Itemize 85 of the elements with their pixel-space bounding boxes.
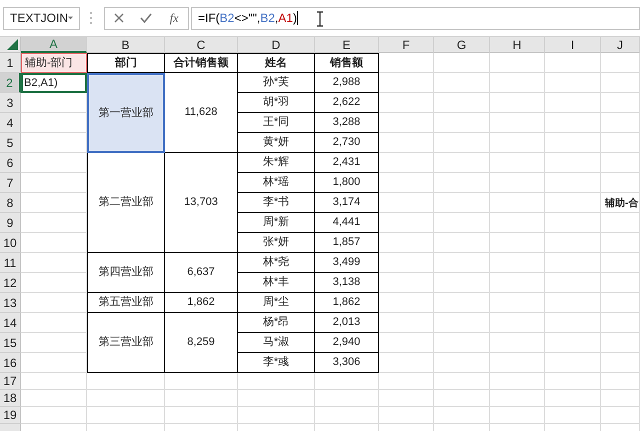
name-cell: 林*瑶 (238, 173, 315, 193)
column-header[interactable]: A (21, 37, 87, 53)
name-cell: 朱*辉 (238, 153, 315, 173)
total-cell: 8,259 (165, 313, 238, 373)
select-all-button[interactable] (0, 37, 21, 53)
column-header[interactable]: G (434, 37, 490, 53)
column-title: 姓名 (238, 53, 315, 73)
sales-cell: 1,862 (315, 293, 379, 313)
total-cell: 13,703 (165, 153, 238, 253)
sales-cell: 2,730 (315, 133, 379, 153)
row-header[interactable]: 18 (0, 390, 21, 407)
row-header[interactable]: 17 (0, 373, 21, 390)
sales-cell: 3,306 (315, 353, 379, 373)
row-header[interactable]: 5 (0, 133, 21, 153)
department-cell: 第五营业部 (87, 293, 165, 313)
sales-cell: 2,431 (315, 153, 379, 173)
row-header[interactable]: 9 (0, 213, 21, 233)
cell-input[interactable]: B2,A1) (21, 73, 87, 93)
row-header[interactable]: 13 (0, 293, 21, 313)
column-header[interactable]: B (87, 37, 165, 53)
name-cell: 林*丰 (238, 273, 315, 293)
column-header[interactable]: F (379, 37, 434, 53)
department-cell: 第四营业部 (87, 253, 165, 293)
sales-cell: 1,857 (315, 233, 379, 253)
total-cell: 6,637 (165, 253, 238, 293)
row-header[interactable]: 2 (0, 73, 21, 93)
sales-cell: 2,013 (315, 313, 379, 333)
column-header[interactable]: J (601, 37, 640, 53)
column-header[interactable]: C (165, 37, 238, 53)
department-cell: 第二营业部 (87, 153, 165, 253)
row-header[interactable]: 12 (0, 273, 21, 293)
cell-text: 辅助-合 (604, 196, 640, 210)
row-header[interactable]: 10 (0, 233, 21, 253)
total-cell: 1,862 (165, 293, 238, 313)
sales-cell: 3,499 (315, 253, 379, 273)
name-cell: 李*彧 (238, 353, 315, 373)
column-header[interactable]: I (545, 37, 601, 53)
row-header[interactable]: 19 (0, 407, 21, 424)
column-header[interactable]: E (315, 37, 379, 53)
column-title: 合计销售额 (165, 53, 238, 73)
row-header[interactable]: 11 (0, 253, 21, 273)
name-cell: 王*同 (238, 113, 315, 133)
column-header[interactable]: D (238, 37, 315, 53)
insert-function-button[interactable]: fx (164, 9, 184, 27)
sales-cell: 4,441 (315, 213, 379, 233)
name-cell: 李*书 (238, 193, 315, 213)
total-cell: 11,628 (165, 73, 238, 153)
sales-cell: 3,174 (315, 193, 379, 213)
row-header[interactable]: 7 (0, 173, 21, 193)
sales-cell: 2,622 (315, 93, 379, 113)
name-cell: 周*新 (238, 213, 315, 233)
row-header[interactable]: 3 (0, 93, 21, 113)
row-header[interactable]: 14 (0, 313, 21, 333)
caret-icon (68, 16, 73, 20)
name-cell: 胡*羽 (238, 93, 315, 113)
name-cell: 黄*妍 (238, 133, 315, 153)
row-header[interactable]: 6 (0, 153, 21, 173)
sales-cell: 2,988 (315, 73, 379, 93)
formula-field[interactable]: =IF(B2<>"",B2,A1) (191, 6, 640, 30)
name-cell: 周*尘 (238, 293, 315, 313)
column-title: 销售额 (315, 53, 379, 73)
sales-cell: 1,800 (315, 173, 379, 193)
row-header[interactable]: 4 (0, 113, 21, 133)
name-cell: 孙*芙 (238, 73, 315, 93)
sales-cell: 3,288 (315, 113, 379, 133)
check-icon (140, 13, 152, 23)
row-header[interactable]: 15 (0, 333, 21, 353)
row-header[interactable]: 8 (0, 193, 21, 213)
name-cell: 马*淑 (238, 333, 315, 353)
row-header[interactable]: 16 (0, 353, 21, 373)
cell-text: 辅助-部门 (21, 53, 87, 73)
name-cell: 杨*昂 (238, 313, 315, 333)
name-cell: 张*妍 (238, 233, 315, 253)
formula-text: =IF(B2<>"",B2,A1) (198, 10, 297, 27)
name-cell: 林*尧 (238, 253, 315, 273)
column-title: 部门 (87, 53, 165, 73)
sales-cell: 2,940 (315, 333, 379, 353)
sales-cell: 3,138 (315, 273, 379, 293)
column-header[interactable]: H (490, 37, 545, 53)
close-icon (114, 13, 124, 23)
name-box[interactable]: TEXTJOIN (3, 6, 80, 30)
department-cell: 第一营业部 (87, 73, 165, 153)
text-cursor-icon (316, 10, 324, 26)
row-header[interactable]: 1 (0, 53, 21, 73)
department-cell: 第三营业部 (87, 313, 165, 373)
